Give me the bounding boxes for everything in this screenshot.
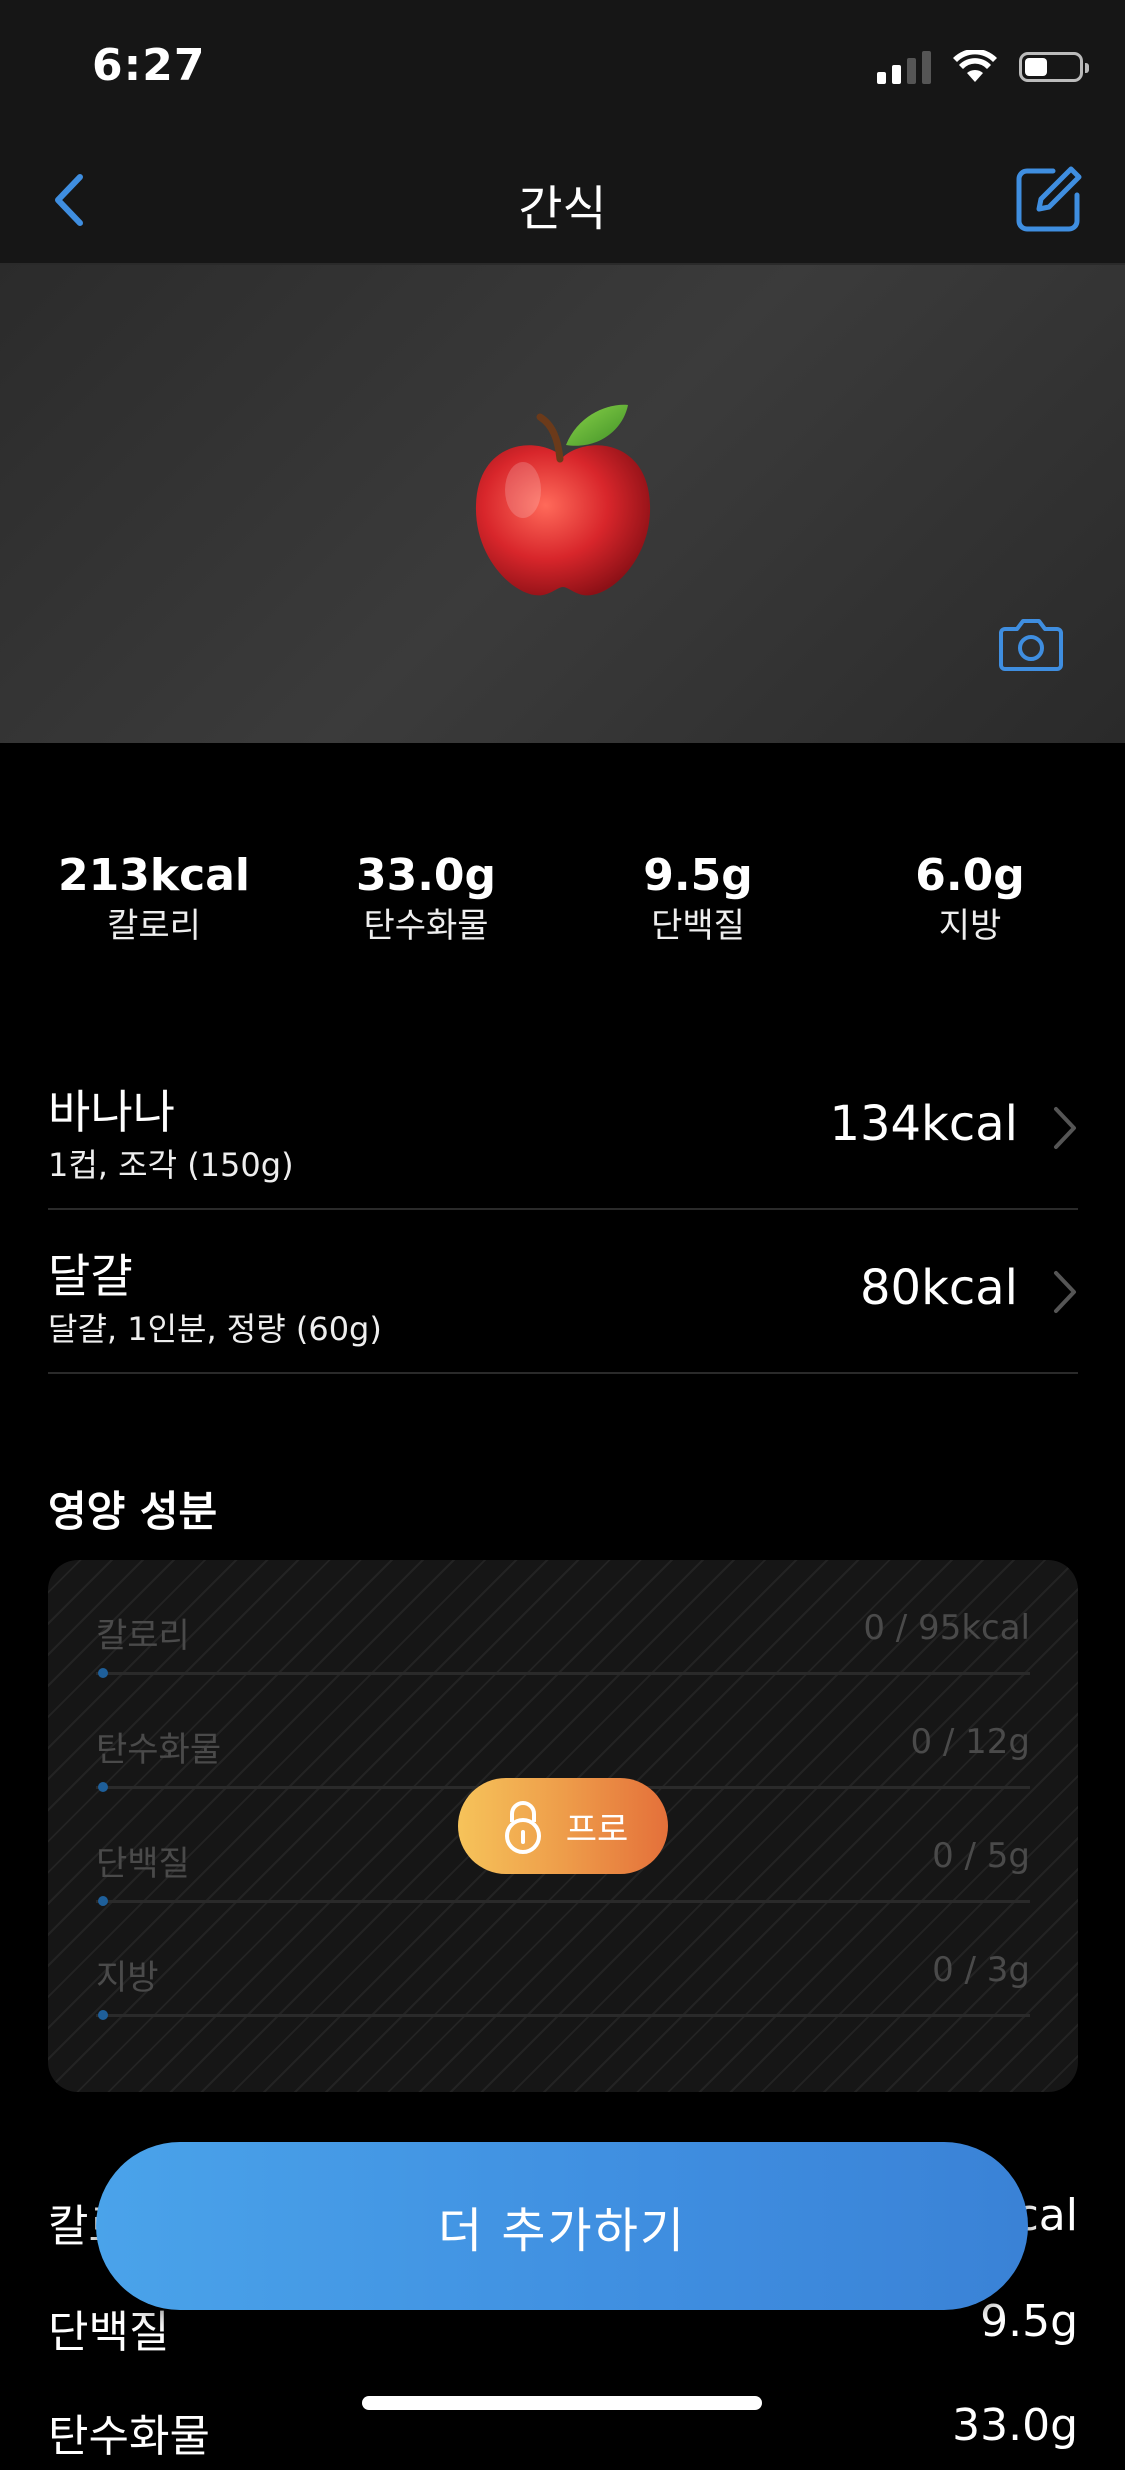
food-photo-area [0,265,1125,743]
nutrient-value: 0 / 5g [932,1836,1030,1876]
macro-protein: 9.5g 단백질 [562,848,834,948]
pro-label: 프로 [565,1809,629,1850]
food-name: 달걀 [48,1249,133,1303]
nutrient-value: 0 / 12g [910,1722,1030,1762]
lock-icon [504,1801,541,1854]
nutrient-progress-dot [98,2010,108,2020]
macro-value: 9.5g [643,850,753,901]
nutrient-row-fat: 지방 0 / 3g [96,1950,1030,2050]
chevron-right-icon [1054,1107,1076,1149]
pro-unlock-button[interactable]: 프로 [458,1778,668,1874]
status-bar: 6:27 [0,0,1125,135]
macro-label: 탄수화물 [363,906,489,946]
nutrient-progress-dot [98,1668,108,1678]
summary-row-carbs: 탄수화물 33.0g [48,2400,1078,2470]
page-title: 간식 [518,181,607,237]
summary-value: 33.0g [952,2400,1078,2451]
edit-icon[interactable] [1013,163,1085,235]
status-time: 6:27 [92,40,206,91]
nutrient-label: 단백질 [96,1844,190,1884]
chevron-right-icon [1054,1271,1076,1313]
home-indicator[interactable] [362,2396,762,2410]
macro-carbs: 33.0g 탄수화물 [290,848,562,948]
apple-icon [475,404,651,596]
macro-summary: 213kcal 칼로리 33.0g 탄수화물 9.5g 단백질 6.0g 지방 [0,848,1125,948]
nutrient-value: 0 / 3g [932,1950,1030,1990]
food-item-banana[interactable]: 바나나 1컵, 조각 (150g) 134kcal [48,1048,1078,1210]
nutrient-progress-dot [98,1896,108,1906]
macro-value: 213kcal [58,850,250,901]
food-calories: 80kcal [859,1260,1018,1316]
signal-icon [877,50,931,84]
add-more-button[interactable]: 더 추가하기 [96,2142,1028,2310]
macro-value: 6.0g [915,850,1025,901]
nutrient-progress-track [96,1672,1030,1675]
food-calories: 134kcal [829,1096,1018,1152]
nutrient-progress-dot [98,1782,108,1792]
nutrients-title: 영양 성분 [48,1487,218,1536]
food-item-egg[interactable]: 달걀 달걀, 1인분, 정량 (60g) 80kcal [48,1212,1078,1374]
nutrient-label: 지방 [96,1958,159,1998]
food-name: 바나나 [48,1085,175,1139]
nutrient-label: 탄수화물 [96,1730,222,1770]
summary-value: 9.5g [980,2296,1078,2347]
nutrient-value: 0 / 95kcal [863,1608,1030,1648]
nutrient-row-calories: 칼로리 0 / 95kcal [96,1608,1030,1708]
macro-fat: 6.0g 지방 [834,848,1106,948]
macro-label: 칼로리 [107,906,201,946]
food-portion: 1컵, 조각 (150g) [48,1146,294,1184]
nutrient-progress-track [96,2014,1030,2017]
summary-label: 탄수화물 [48,2411,210,2462]
nav-bar: 간식 [0,135,1125,265]
wifi-icon [953,50,997,82]
add-more-label: 더 추가하기 [437,2203,687,2259]
macro-label: 단백질 [651,906,745,946]
status-icons [877,50,1089,84]
summary-label: 단백질 [48,2307,170,2358]
macro-label: 지방 [938,906,1002,946]
macro-calories: 213kcal 칼로리 [18,848,290,948]
macro-value: 33.0g [355,850,497,901]
battery-icon [1019,52,1089,82]
food-portion: 달걀, 1인분, 정량 (60g) [48,1310,382,1348]
nutrients-card: 칼로리 0 / 95kcal 탄수화물 0 / 12g 단백질 0 / 5g 지… [48,1560,1078,2092]
camera-icon[interactable] [999,615,1063,671]
nutrient-label: 칼로리 [96,1616,190,1656]
nutrient-progress-track [96,1900,1030,1903]
